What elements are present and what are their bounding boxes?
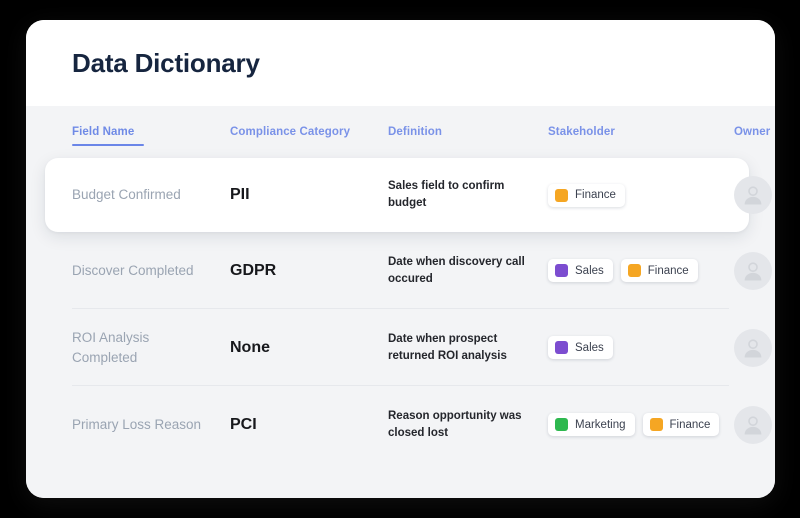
column-header-compliance-category[interactable]: Compliance Category xyxy=(230,126,388,138)
cell-compliance-category: None xyxy=(230,338,270,356)
column-header-definition[interactable]: Definition xyxy=(388,126,548,138)
card-header: Data Dictionary xyxy=(26,20,775,106)
cell-definition: Date when discovery call occured xyxy=(388,255,525,285)
data-dictionary-table: Field Name Compliance Category Definition S… xyxy=(26,106,775,498)
stakeholder-tag[interactable]: Sales xyxy=(548,259,613,282)
avatar[interactable] xyxy=(734,176,772,214)
table-row[interactable]: Primary Loss Reason PCI Reason opportunity… xyxy=(26,386,775,463)
cell-field-name: ROI Analysis Completed xyxy=(72,329,150,365)
stakeholder-tag-label: Finance xyxy=(647,264,689,277)
stakeholder-color-swatch-icon xyxy=(555,341,568,354)
cell-stakeholders: Sales Finance xyxy=(548,259,734,282)
column-header-owner[interactable]: Owner xyxy=(734,126,775,138)
stakeholder-tag[interactable]: Finance xyxy=(642,413,720,436)
stakeholder-tag[interactable]: Marketing xyxy=(548,413,635,436)
stakeholder-tag[interactable]: Finance xyxy=(620,259,698,282)
stakeholder-color-swatch-icon xyxy=(555,418,568,431)
stakeholder-tag-label: Sales xyxy=(575,341,604,354)
table-row[interactable]: Budget Confirmed PII Sales field to confir… xyxy=(45,158,772,232)
cell-stakeholders: Sales xyxy=(548,336,734,359)
cell-field-name: Budget Confirmed xyxy=(72,187,181,203)
stakeholder-tag-label: Sales xyxy=(575,264,604,277)
cell-definition: Date when prospect returned ROI analysis xyxy=(388,332,507,362)
stakeholder-color-swatch-icon xyxy=(627,264,641,277)
stakeholder-tag-label: Marketing xyxy=(575,418,626,431)
cell-field-name: Primary Loss Reason xyxy=(72,416,202,432)
avatar[interactable] xyxy=(734,405,772,444)
cell-compliance-category: PII xyxy=(230,186,250,203)
table-column-header-row: Field Name Compliance Category Definition S… xyxy=(26,106,775,158)
cell-stakeholders: Finance xyxy=(548,183,734,207)
cell-stakeholders: Marketing Finance xyxy=(548,413,734,436)
stakeholder-tag[interactable]: Sales xyxy=(548,336,613,359)
column-header-stakeholder[interactable]: Stakeholder xyxy=(548,126,734,138)
stakeholder-color-swatch-icon xyxy=(555,264,568,277)
page-root: Data Dictionary Field Name Compliance Cat… xyxy=(0,0,800,518)
cell-field-name: Discover Completed xyxy=(72,262,194,278)
cell-compliance-category: PCI xyxy=(230,415,257,433)
cell-definition: Reason opportunity was closed lost xyxy=(388,409,522,439)
avatar[interactable] xyxy=(734,328,772,367)
column-header-field-name[interactable]: Field Name xyxy=(72,126,230,146)
active-column-underline xyxy=(72,143,144,146)
stakeholder-tag[interactable]: Finance xyxy=(548,183,625,207)
table-row[interactable]: Discover Completed GDPR Date when discover… xyxy=(26,232,775,309)
table-row[interactable]: ROI Analysis Completed None Date when pros… xyxy=(26,309,775,386)
stakeholder-tag-label: Finance xyxy=(575,189,616,201)
cell-definition: Sales field to confirm budget xyxy=(388,180,505,209)
data-dictionary-card: Data Dictionary Field Name Compliance Cat… xyxy=(26,20,775,498)
stakeholder-color-swatch-icon xyxy=(649,418,663,431)
stakeholder-tag-label: Finance xyxy=(669,418,711,431)
page-title: Data Dictionary xyxy=(72,47,260,78)
table-body: Budget Confirmed PII Sales field to confir… xyxy=(26,158,775,463)
avatar[interactable] xyxy=(734,251,772,290)
stakeholder-color-swatch-icon xyxy=(555,188,568,202)
cell-compliance-category: GDPR xyxy=(230,261,277,279)
